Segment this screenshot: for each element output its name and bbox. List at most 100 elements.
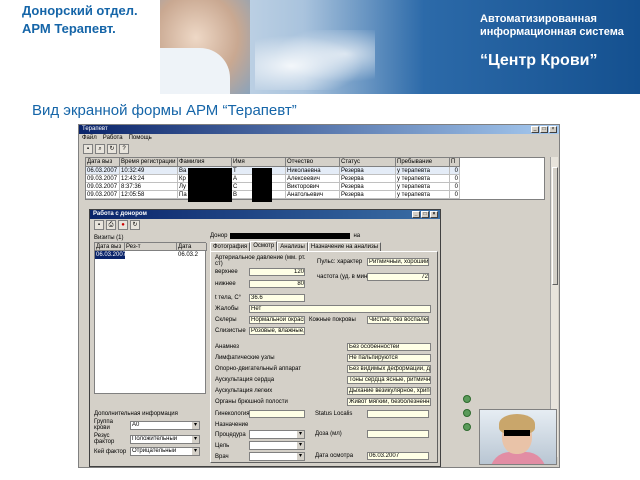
status-input[interactable]: [367, 410, 429, 418]
upper-label: верхнее: [215, 269, 238, 275]
gyn-row: Гинекология: [215, 410, 305, 418]
tab-strip: Фотография Осмотр Анализы Назначение на …: [210, 241, 438, 251]
pulse-rate-label: частота (уд. в мин.): [317, 274, 371, 280]
donor-toolbar: ▪ ⎙ ● ↻: [90, 219, 440, 231]
cell: 06.03.2007: [86, 167, 120, 175]
tab-exam[interactable]: Осмотр: [250, 241, 278, 251]
camera-save-icon[interactable]: [463, 423, 471, 431]
col-time[interactable]: Время регистрации: [120, 158, 178, 167]
rh-select[interactable]: Положительный: [130, 434, 200, 444]
menu-bar: Файл Работа Помощь: [79, 134, 559, 143]
eyes-redaction: [504, 430, 530, 436]
save-icon[interactable]: ▪: [83, 144, 93, 154]
lower-row: нижнее 80: [215, 280, 305, 288]
tab-analyses[interactable]: Анализы: [277, 242, 308, 251]
lymph-row: Лимфатические узлы Не пальпируются: [215, 354, 431, 362]
help-icon[interactable]: ?: [119, 144, 129, 154]
anamnesis-row: Анамнез Без особенностей: [215, 343, 431, 351]
cell: Резерва: [340, 183, 396, 191]
col-patronymic[interactable]: Отчество: [286, 158, 340, 167]
table-row[interactable]: 09.03.2007 8:37:36 Лу С Викторович Резер…: [86, 183, 544, 191]
dose-row: Доза (мл): [315, 430, 429, 438]
cell: у терапевта: [396, 167, 450, 175]
pulse-char-input[interactable]: Ритмичный, хороший: [367, 258, 429, 266]
close-button[interactable]: ×: [549, 126, 557, 133]
sclera-label: Склеры: [215, 317, 237, 323]
col-name[interactable]: Имя: [232, 158, 286, 167]
musculo-row: Опорно-двигательный аппарат Без видимых …: [215, 365, 431, 373]
camera-capture-icon[interactable]: [463, 409, 471, 417]
cell: Алексеевич: [286, 175, 340, 183]
refresh-icon[interactable]: ↻: [107, 144, 117, 154]
lungs-input[interactable]: Дыхание везикулярное, хрипов н: [347, 387, 431, 395]
upper-input[interactable]: 120: [249, 268, 305, 276]
musculo-input[interactable]: Без видимых деформаций, движ: [347, 365, 431, 373]
blood-group-label: Группа крови: [94, 419, 114, 431]
menu-help[interactable]: Помощь: [129, 134, 152, 143]
blood-group-select[interactable]: A0: [130, 420, 200, 430]
stop-icon[interactable]: ●: [118, 220, 128, 230]
menu-file[interactable]: Файл: [82, 134, 97, 143]
status-label: Status Localis: [315, 411, 353, 417]
anamnesis-input[interactable]: Без особенностей: [347, 343, 431, 351]
col-surname[interactable]: Фамилия: [178, 158, 232, 167]
save-icon[interactable]: ▪: [94, 220, 104, 230]
tab-photo[interactable]: Фотография: [210, 242, 251, 251]
camera-on-icon[interactable]: [463, 395, 471, 403]
complaints-input[interactable]: Нет: [249, 305, 431, 313]
purpose-label: Назначение: [215, 422, 249, 428]
redaction-block: [188, 168, 232, 202]
col-date[interactable]: Дата: [177, 243, 207, 251]
table-row[interactable]: 09.03.2007 12:05:58 Па В Анатольевич Рез…: [86, 191, 544, 199]
minimize-button[interactable]: _: [412, 211, 420, 218]
tab-analysis-order[interactable]: Назначение на анализы: [307, 242, 382, 251]
goal-select[interactable]: [249, 441, 305, 450]
abdomen-label: Органы брюшной полости: [215, 399, 288, 405]
maximize-button[interactable]: □: [421, 211, 429, 218]
slide-title: Донорский отдел. АРМ Терапевт.: [22, 2, 162, 38]
gyn-input[interactable]: [249, 410, 305, 418]
doctor-row: Врач: [215, 452, 305, 461]
scrollbar-thumb[interactable]: [552, 167, 558, 285]
col-stay[interactable]: Пребывание: [396, 158, 450, 167]
procedure-row: Процедура: [215, 430, 305, 439]
col-date[interactable]: Дата выз: [86, 158, 120, 167]
anamnesis-label: Анамнез: [215, 344, 240, 350]
col-p[interactable]: П: [450, 158, 460, 167]
col-status[interactable]: Статус: [340, 158, 396, 167]
window-controls: _ □ ×: [531, 126, 557, 133]
heart-input[interactable]: Тоны сердца ясные, ритмичные,: [347, 376, 431, 384]
lower-input[interactable]: 80: [249, 280, 305, 288]
visits-label: Визиты (1): [94, 235, 124, 241]
bp-row: Артериальное давление (мм. рт. ст): [215, 255, 311, 267]
col-result[interactable]: Рез-т: [125, 243, 177, 251]
procedure-select[interactable]: [249, 430, 305, 439]
kell-select[interactable]: Отрицательный: [130, 447, 200, 456]
maximize-button[interactable]: □: [540, 126, 548, 133]
table-row[interactable]: 06.03.2007 06.03.2: [95, 251, 205, 259]
cell: 10:32:49: [120, 167, 178, 175]
blood-group-row: Группа крови A0: [94, 419, 206, 431]
pulse-rate-input[interactable]: 72: [367, 273, 429, 281]
menu-work[interactable]: Работа: [103, 134, 123, 143]
visits-panel: Визиты (1) Дата выз Рез-т Дата 06.03.200…: [94, 234, 207, 394]
lymph-input[interactable]: Не пальпируются: [347, 354, 431, 362]
exam-date-input[interactable]: 06.03.2007: [367, 452, 429, 460]
redaction-block: [252, 168, 272, 202]
abdomen-input[interactable]: Живот мягкий, безболезненный,: [347, 398, 431, 406]
mucosa-input[interactable]: Розовые, влажные, бе: [249, 327, 305, 335]
table-row[interactable]: 09.03.2007 12:43:24 Кр А Алексеевич Резе…: [86, 175, 544, 183]
close-button[interactable]: ×: [430, 211, 438, 218]
doctor-select[interactable]: [249, 452, 305, 461]
col-visit-date[interactable]: Дата выз: [95, 243, 125, 251]
refresh-icon[interactable]: ↻: [130, 220, 140, 230]
temp-input[interactable]: 36.6: [249, 294, 305, 302]
print-icon[interactable]: ⎙: [106, 220, 116, 230]
search-icon[interactable]: ⌕: [95, 144, 105, 154]
table-row[interactable]: 06.03.2007 10:32:49 Ва Т Николаевна Резе…: [86, 167, 544, 175]
sclera-input[interactable]: Нормальной окраски: [249, 316, 305, 324]
dose-input[interactable]: [367, 430, 429, 438]
skin-input[interactable]: Чистые, без воспалени: [367, 316, 429, 324]
minimize-button[interactable]: _: [531, 126, 539, 133]
title-line-2: АРМ Терапевт.: [22, 21, 116, 36]
